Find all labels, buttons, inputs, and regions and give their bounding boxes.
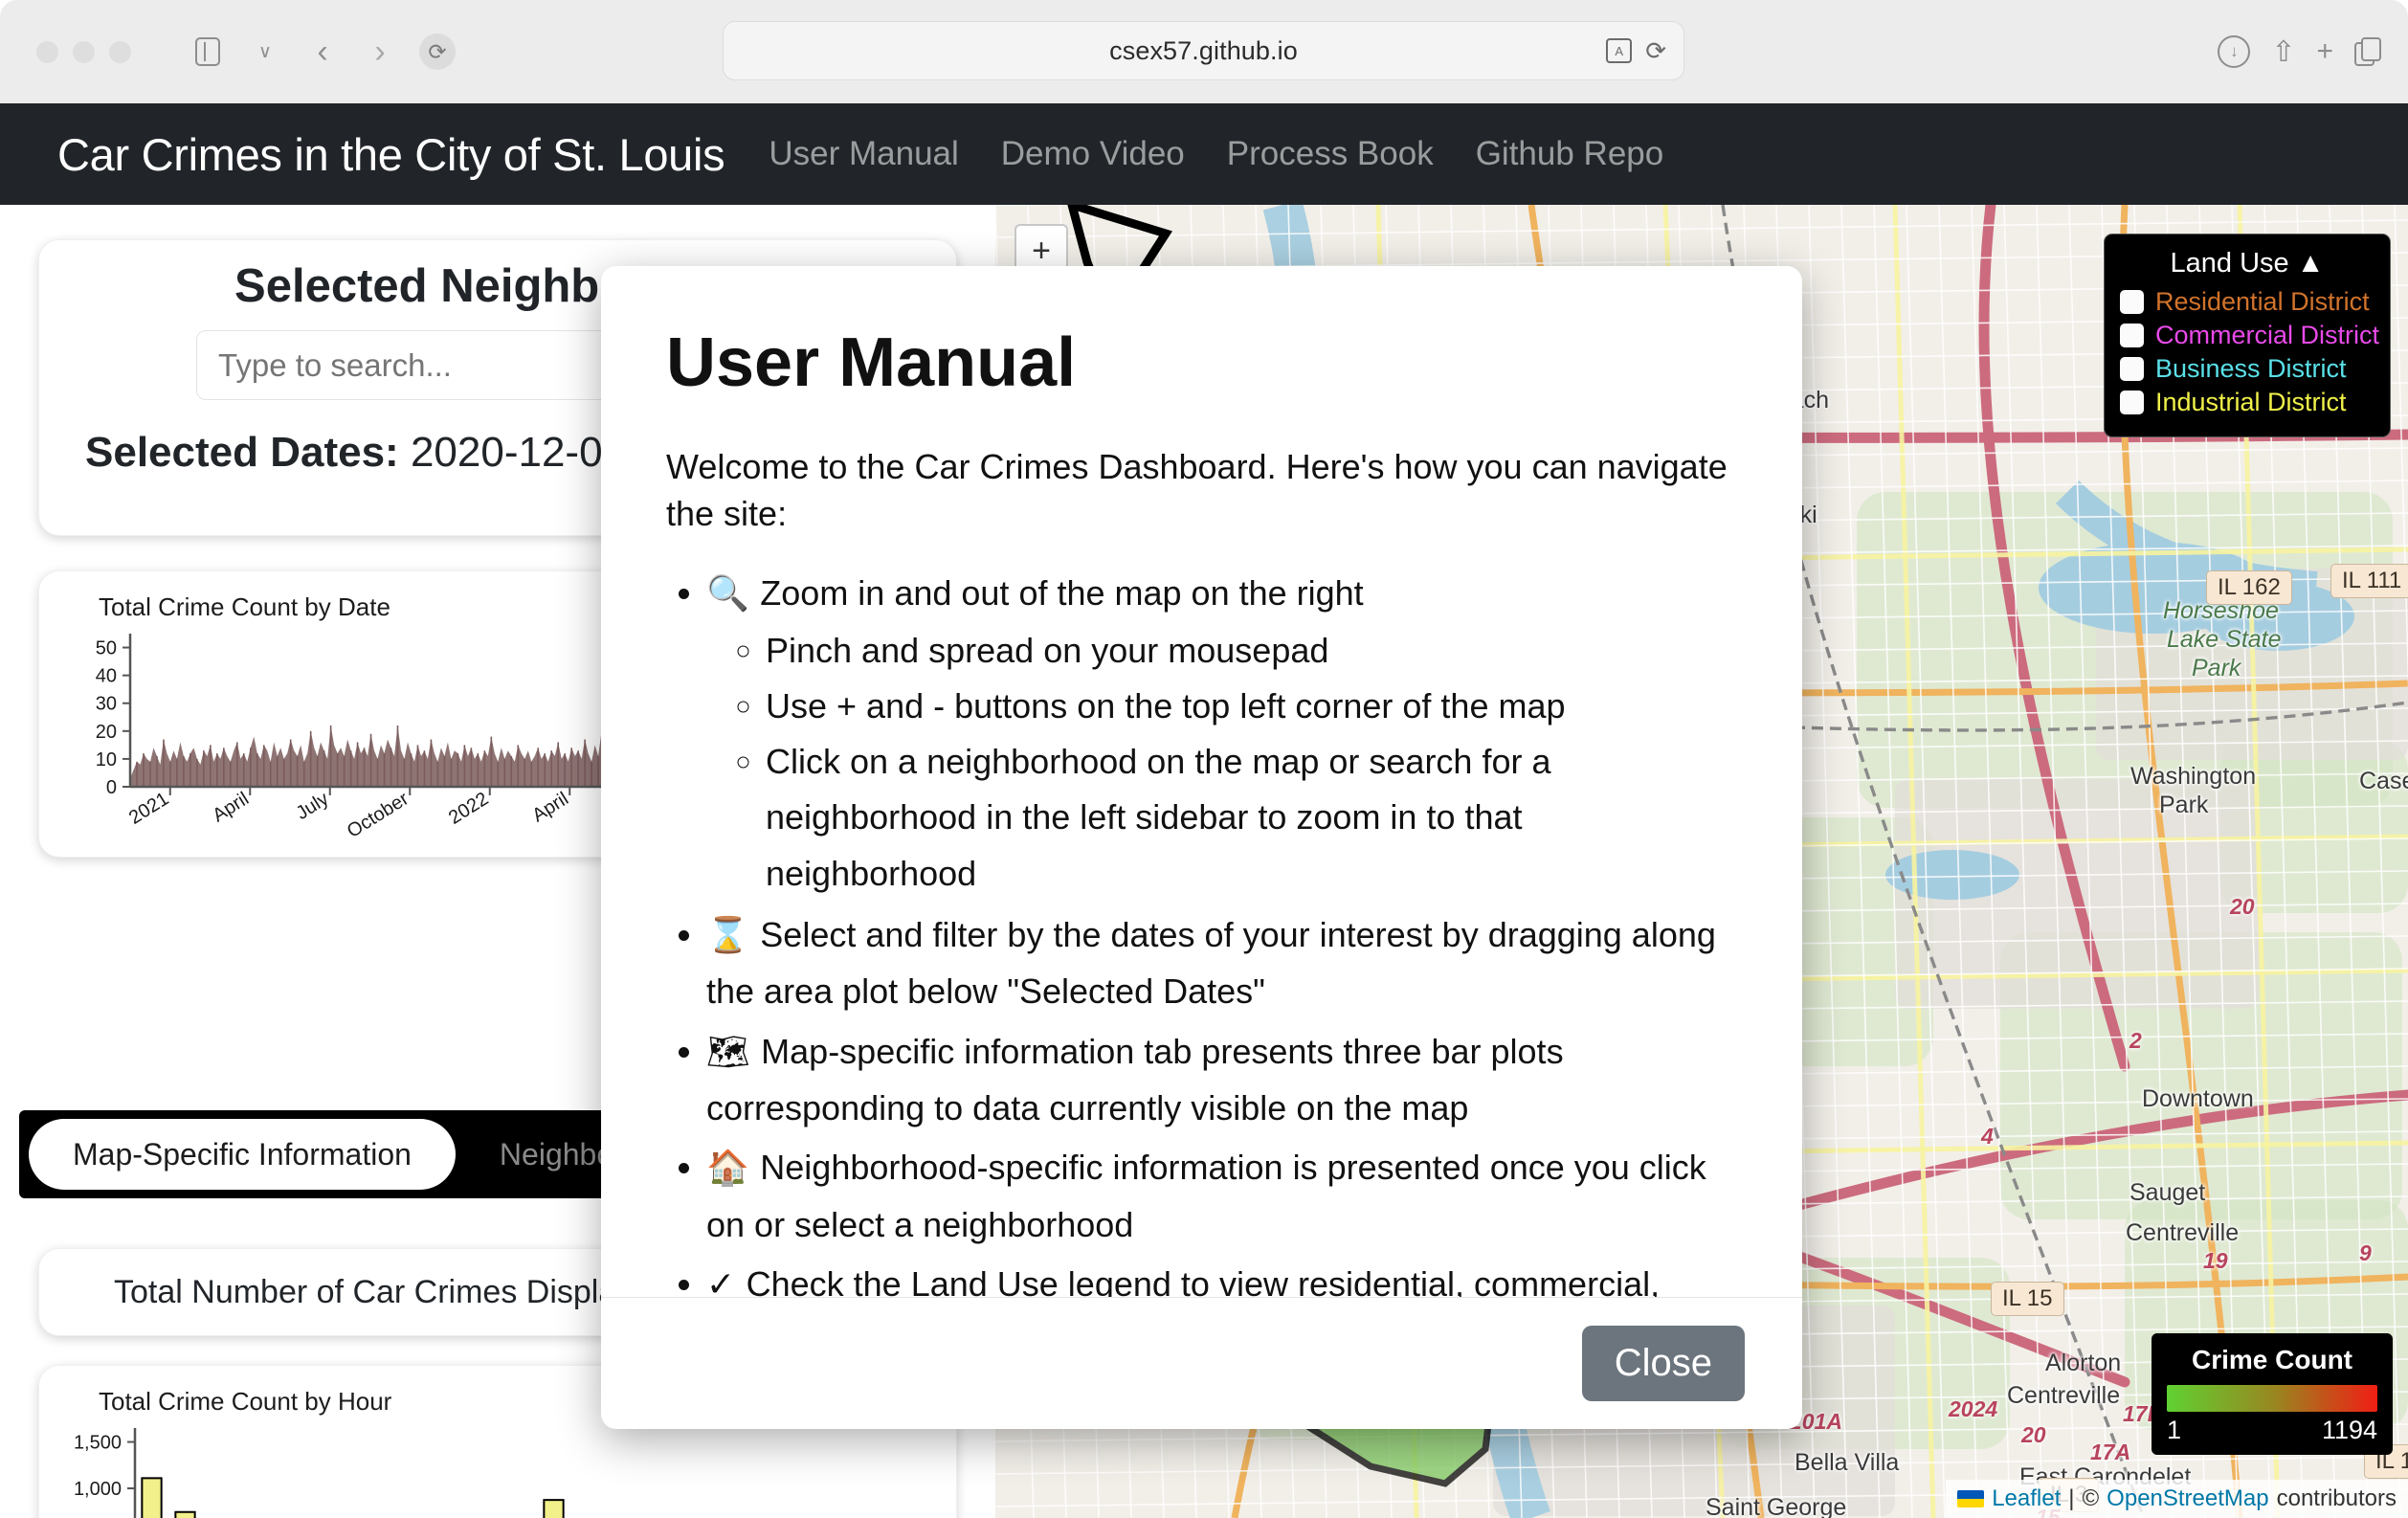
translate-icon[interactable]: A <box>1606 38 1632 63</box>
user-manual-modal-footer: Close <box>601 1297 1802 1429</box>
user-manual-modal-intro: Welcome to the Car Crimes Dashboard. Her… <box>666 444 1737 537</box>
page-reload-icon[interactable]: ⟳ <box>1645 36 1666 66</box>
new-tab-icon[interactable]: + <box>2316 35 2333 68</box>
manual-subitems-0: Pinch and spread on your mousepadUse + a… <box>766 623 1737 903</box>
user-manual-modal-title: User Manual <box>666 324 1737 402</box>
user-manual-modal: User Manual Welcome to the Car Crimes Da… <box>601 266 1802 1429</box>
manual-item-1: ⌛ Select and filter by the dates of your… <box>706 907 1737 1020</box>
close-button[interactable]: Close <box>1582 1326 1745 1401</box>
window-traffic-lights[interactable] <box>36 41 131 63</box>
tab-overview-icon[interactable] <box>2354 37 2381 66</box>
manual-item-3: 🏠 Neighborhood-specific information is p… <box>706 1140 1737 1253</box>
web-page: Car Crimes in the City of St. Louis User… <box>0 103 2408 1518</box>
user-manual-modal-body: User Manual Welcome to the Car Crimes Da… <box>601 266 1802 1297</box>
manual-item-text-2: Map-specific information tab presents th… <box>706 1032 1564 1127</box>
share-icon[interactable]: ⇧ <box>2271 35 2295 69</box>
reload-icon: ⟳ <box>419 33 456 70</box>
close-window-button[interactable] <box>36 41 58 63</box>
screenshot-root: ∨ ‹ › ⟳ csex57.github.io A ⟳ ↓ ⇧ + <box>0 0 2408 1518</box>
back-button[interactable]: ‹ <box>296 25 349 78</box>
manual-subitem-0-1: Use + and - buttons on the top left corn… <box>766 679 1737 734</box>
browser-chrome: ∨ ‹ › ⟳ csex57.github.io A ⟳ ↓ ⇧ + <box>0 0 2408 103</box>
forward-arrow-icon: › <box>374 35 385 68</box>
manual-item-text-3: Neighborhood-specific information is pre… <box>706 1148 1706 1243</box>
manual-item-icon-0: 🔍 <box>706 574 760 614</box>
minimize-window-button[interactable] <box>73 41 95 63</box>
sidebar-options-button[interactable]: ∨ <box>238 25 292 78</box>
manual-item-text-1: Select and filter by the dates of your i… <box>706 915 1716 1011</box>
chevron-down-icon: ∨ <box>258 41 272 63</box>
manual-subitem-0-2: Click on a neighborhood on the map or se… <box>766 734 1737 902</box>
reload-button[interactable]: ⟳ <box>411 25 464 78</box>
address-bar[interactable]: csex57.github.io A ⟳ <box>723 21 1684 80</box>
manual-item-text-4: Check the Land Use legend to view reside… <box>706 1264 1660 1297</box>
toggle-sidebar-button[interactable] <box>181 25 234 78</box>
back-arrow-icon: ‹ <box>317 35 327 68</box>
downloads-icon[interactable]: ↓ <box>2218 35 2250 68</box>
sidebar-icon <box>195 37 220 66</box>
manual-item-4: ✓ Check the Land Use legend to view resi… <box>706 1257 1737 1297</box>
maximize-window-button[interactable] <box>109 41 131 63</box>
address-bar-url: csex57.github.io <box>1109 36 1298 66</box>
user-manual-instruction-list: 🔍 Zoom in and out of the map on the righ… <box>706 566 1737 1297</box>
manual-item-icon-4: ✓ <box>706 1265 747 1297</box>
manual-item-2: 🗺 Map-specific information tab presents … <box>706 1024 1737 1137</box>
manual-item-icon-1: ⌛ <box>706 916 760 955</box>
manual-item-icon-2: 🗺 <box>706 1033 761 1072</box>
manual-item-0: 🔍 Zoom in and out of the map on the righ… <box>706 566 1737 902</box>
manual-item-icon-3: 🏠 <box>706 1149 760 1188</box>
manual-item-text-0: Zoom in and out of the map on the right <box>760 573 1363 613</box>
forward-button[interactable]: › <box>353 25 407 78</box>
manual-subitem-0-0: Pinch and spread on your mousepad <box>766 623 1737 679</box>
